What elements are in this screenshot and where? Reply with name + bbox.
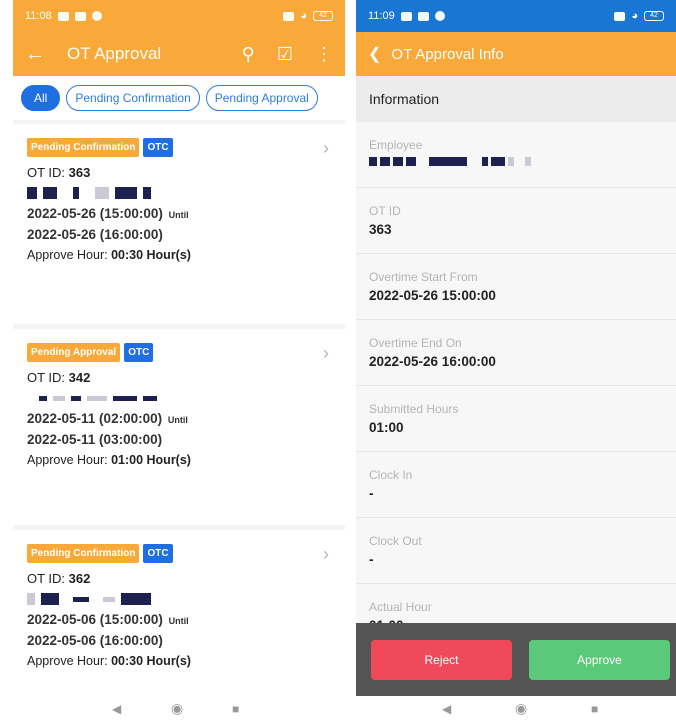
app-icon xyxy=(434,11,445,21)
ot-approval-list-screen: 11:08 ◕ 42 ← OT Approval ⚲ ☑ ⋮ All Pendi… xyxy=(13,0,345,696)
ot-card[interactable]: Pending Approval OTC › OT ID: 342 2022-0… xyxy=(13,329,345,525)
app-bar: ← OT Approval ⚲ ☑ ⋮ xyxy=(13,32,345,76)
ot-approval-info-screen: 11:09 ◕ 42 ❮ OT Approval Info Informatio… xyxy=(356,0,676,696)
filter-all[interactable]: All xyxy=(21,85,61,111)
wifi-icon: ◕ xyxy=(300,10,307,22)
field-submitted-hours: Submitted Hours 01:00 xyxy=(356,386,676,452)
nav-back-icon[interactable]: ◀ xyxy=(442,702,451,716)
type-badge: OTC xyxy=(143,544,173,563)
field-overtime-start: Overtime Start From 2022-05-26 15:00:00 xyxy=(356,254,676,320)
video-icon xyxy=(74,11,86,21)
redacted-employee-name xyxy=(27,391,331,405)
notification-icon xyxy=(57,11,69,21)
screenshot-stage: 11:08 ◕ 42 ← OT Approval ⚲ ☑ ⋮ All Pendi… xyxy=(0,0,676,721)
page-title: OT Approval Info xyxy=(391,45,504,63)
status-bar: 11:08 ◕ 42 xyxy=(13,0,345,32)
nav-recents-icon[interactable]: ■ xyxy=(591,702,598,716)
video-icon xyxy=(417,11,429,21)
ot-end: 2022-05-26 (16:00:00) xyxy=(27,227,163,242)
ot-end: 2022-05-06 (16:00:00) xyxy=(27,633,163,648)
ot-start: 2022-05-11 (02:00:00) Until xyxy=(27,411,188,426)
ot-id: OT ID: 362 xyxy=(27,571,91,586)
chevron-right-icon: › xyxy=(323,544,329,564)
filter-chips: All Pending Confirmation Pending Approva… xyxy=(13,76,345,120)
page-title: OT Approval xyxy=(67,44,162,63)
ot-id: OT ID: 363 xyxy=(27,165,91,180)
search-icon[interactable]: ⚲ xyxy=(242,44,255,65)
ot-id: OT ID: 342 xyxy=(27,370,91,385)
chevron-right-icon: › xyxy=(323,138,329,158)
chevron-right-icon: › xyxy=(323,343,329,363)
field-clock-out: Clock Out - xyxy=(356,518,676,584)
ot-start: 2022-05-06 (15:00:00) Until xyxy=(27,612,189,627)
status-badge: Pending Confirmation xyxy=(27,544,140,563)
field-ot-id: OT ID 363 xyxy=(356,188,676,254)
nav-back-icon[interactable]: ◀ xyxy=(112,702,121,716)
status-bar: 11:09 ◕ 42 xyxy=(356,0,676,32)
nav-home-icon[interactable]: ◉ xyxy=(515,700,527,717)
reject-button[interactable]: Reject xyxy=(371,639,512,680)
approve-hour: Approve Hour: 00:30 Hour(s) xyxy=(27,654,191,668)
battery-icon: 42 xyxy=(313,11,333,21)
ot-start: 2022-05-26 (15:00:00) Until xyxy=(27,206,189,221)
filter-pending-confirmation[interactable]: Pending Confirmation xyxy=(66,85,200,111)
status-time: 11:08 xyxy=(25,10,52,22)
back-arrow-icon[interactable]: ← xyxy=(25,43,45,66)
type-badge: OTC xyxy=(124,343,154,362)
field-clock-in: Clock In - xyxy=(356,452,676,518)
status-time: 11:09 xyxy=(368,10,395,22)
wifi-icon: ◕ xyxy=(631,10,638,22)
filter-pending-approval[interactable]: Pending Approval xyxy=(205,85,318,111)
ot-card[interactable]: Pending Confirmation OTC › OT ID: 362 20… xyxy=(13,530,345,696)
battery-icon: 42 xyxy=(644,11,664,21)
select-all-icon[interactable]: ☑ xyxy=(277,44,293,65)
section-header: Information xyxy=(356,76,676,122)
app-icon xyxy=(91,11,102,21)
app-bar: ❮ OT Approval Info xyxy=(356,32,676,76)
type-badge: OTC xyxy=(143,138,173,157)
action-bar: Reject Approve xyxy=(356,623,676,696)
notification-icon xyxy=(400,11,412,21)
more-vert-icon[interactable]: ⋮ xyxy=(315,44,333,65)
nav-home-icon[interactable]: ◉ xyxy=(171,700,183,717)
ot-end: 2022-05-11 (03:00:00) xyxy=(27,432,163,447)
redacted-employee-name xyxy=(27,186,331,200)
redacted-employee-name xyxy=(369,156,663,166)
ot-card[interactable]: Pending Confirmation OTC › OT ID: 363 20… xyxy=(13,124,345,324)
sim-icon xyxy=(614,11,626,21)
field-overtime-end: Overtime End On 2022-05-26 16:00:00 xyxy=(356,320,676,386)
field-employee: Employee xyxy=(356,122,676,188)
system-nav-bar: ◀ ◉ ■ ◀ ◉ ■ xyxy=(0,696,676,721)
sim-icon xyxy=(283,11,295,21)
back-chevron-icon[interactable]: ❮ xyxy=(368,44,381,64)
nav-recents-icon[interactable]: ■ xyxy=(232,702,239,716)
redacted-employee-name xyxy=(27,592,331,606)
approve-button[interactable]: Approve xyxy=(529,639,670,680)
approve-hour: Approve Hour: 00:30 Hour(s) xyxy=(27,248,191,262)
status-badge: Pending Confirmation xyxy=(27,138,140,157)
status-badge: Pending Approval xyxy=(27,343,121,362)
approve-hour: Approve Hour: 01:00 Hour(s) xyxy=(27,453,191,467)
